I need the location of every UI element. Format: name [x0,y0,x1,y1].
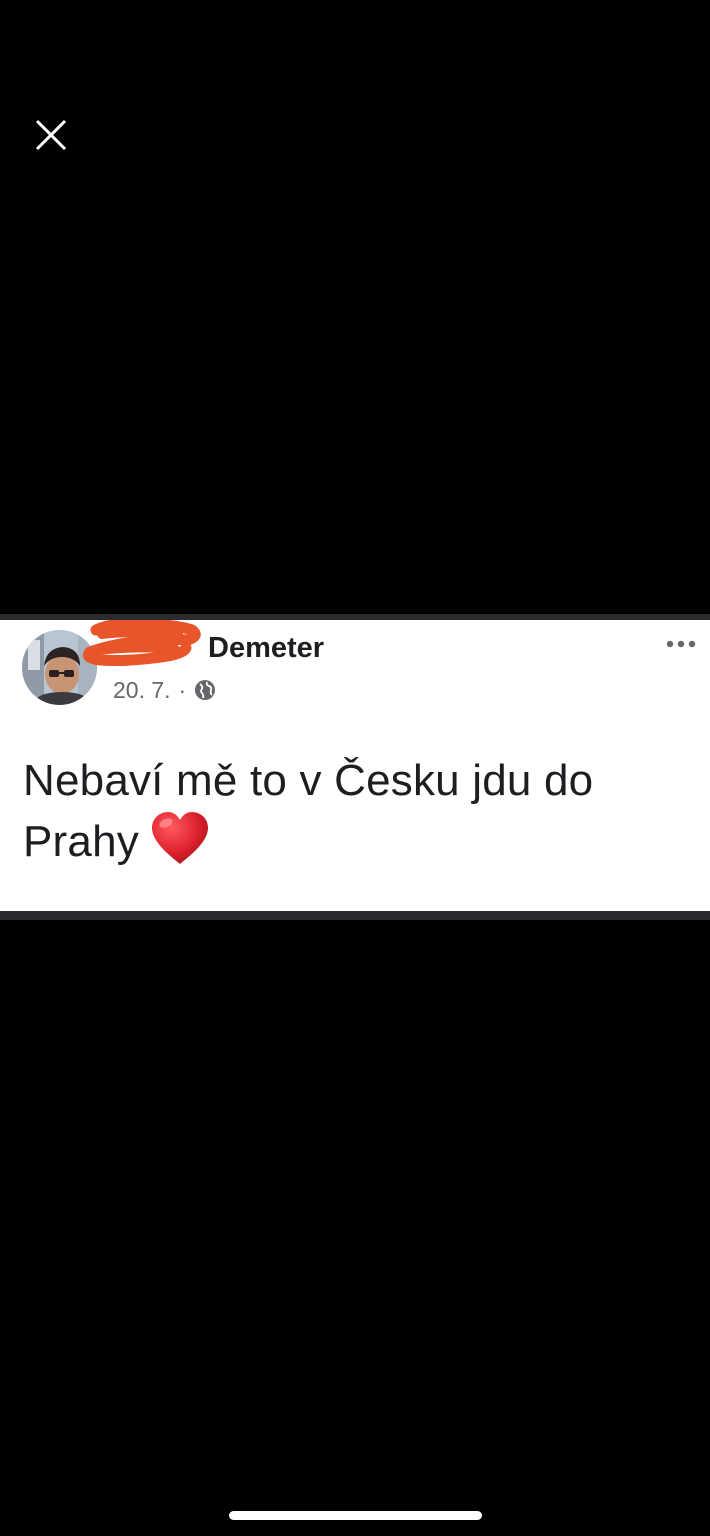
more-horizontal-icon [666,640,696,648]
author-name[interactable]: Demeter [208,632,324,665]
heart-emoji [151,812,208,864]
globe-icon [195,680,216,700]
post-date[interactable]: 20. 7. [113,677,171,704]
home-indicator[interactable] [229,1511,482,1520]
close-icon [35,119,67,151]
post-text-content: Nebaví mě to v Česku jdu do Prahy [23,756,594,866]
meta-separator: · [178,676,187,703]
post-text: Nebaví mě to v Česku jdu do Prahy [23,752,683,871]
redaction-scribble [82,620,201,666]
more-options-button[interactable] [664,630,698,658]
close-button[interactable] [28,112,74,158]
post-meta: 20. 7. · [113,675,216,705]
post-card: Demeter 20. 7. · Nebaví mě to v Česku jd… [0,620,710,911]
